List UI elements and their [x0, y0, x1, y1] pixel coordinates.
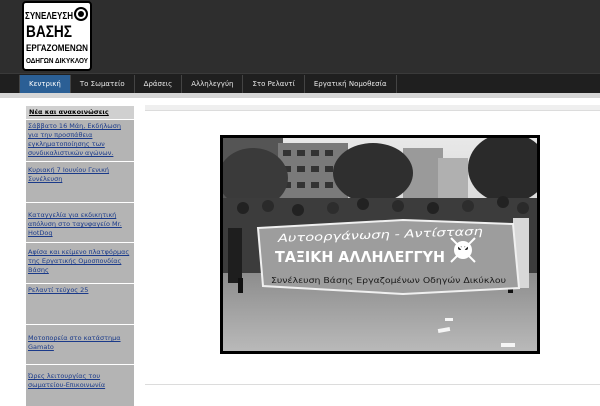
banner-line-2: ΤΑΞΙΚΗ ΑΛΛΗΛΕΓΓΥΗ — [275, 248, 445, 266]
nav-item-actions[interactable]: Δράσεις — [135, 75, 183, 93]
news-item: Ρελαντί τεύχος 25 — [26, 283, 134, 324]
news-item: Καταγγελία για εκδικητική απόλυση στο τα… — [26, 202, 134, 242]
news-link[interactable]: Κυριακή 7 Ιουνίου Γενική Συνέλευση — [28, 166, 132, 184]
sidebar-title: Νέα και ανακοινώσεις — [26, 106, 134, 119]
nav-item-labor-law[interactable]: Εργατική Νομοθεσία — [305, 75, 397, 93]
nav-subbar — [0, 93, 600, 98]
nav-item-home[interactable]: Κεντρική — [19, 75, 71, 93]
news-link[interactable]: Ώρες λειτουργίας του σωματείου-Επικοινων… — [28, 372, 132, 390]
news-link[interactable]: Καταγγελία για εκδικητική απόλυση στο τα… — [28, 211, 132, 238]
logo-line-2: ΒΑΣΗΣ — [26, 22, 72, 41]
news-item: Σάββατο 16 Μάη, Εκδήλωση για την προσπάθ… — [26, 119, 134, 161]
news-link[interactable]: Μοτοπορεία στο κατάστημα Gamato — [28, 334, 132, 352]
site-logo[interactable]: ΣΥΝΕΛΕΥΣΗ ΒΑΣΗΣ ΕΡΓΑΖΟΜΕΝΩΝ ΟΔΗΓΩΝ ΔΙΚΥΚ… — [22, 1, 92, 71]
nav-item-relanti[interactable]: Στο Ρελαντί — [243, 75, 305, 93]
logo-line-3: ΕΡΓΑΖΟΜΕΝΩΝ — [26, 43, 88, 53]
news-item: Αφίσα και κείμενο πλατφόρμας της Εργατικ… — [26, 242, 134, 283]
logo-emblem — [74, 7, 88, 21]
protest-photo: Αυτοοργάνωση - Αντίσταση ΤΑΞΙΚΗ ΑΛΛΗΛΕΓΓ… — [223, 138, 537, 351]
banner-skull-icon — [450, 237, 476, 263]
nav-item-solidarity[interactable]: Αλληλεγγύη — [182, 75, 244, 93]
news-item: Μοτοπορεία στο κατάστημα Gamato — [26, 324, 134, 364]
logo-graphic: ΣΥΝΕΛΕΥΣΗ ΒΑΣΗΣ ΕΡΓΑΖΟΜΕΝΩΝ ΟΔΗΓΩΝ ΔΙΚΥΚ… — [25, 7, 88, 65]
news-link[interactable]: Ρελαντί τεύχος 25 — [28, 286, 132, 295]
news-link[interactable]: Σάββατο 16 Μάη, Εκδήλωση για την προσπάθ… — [28, 122, 132, 158]
content-divider — [145, 110, 600, 111]
site-header: ΣΥΝΕΛΕΥΣΗ ΒΑΣΗΣ ΕΡΓΑΖΟΜΕΝΩΝ ΟΔΗΓΩΝ ΔΙΚΥΚ… — [0, 0, 600, 73]
logo-line-1: ΣΥΝΕΛΕΥΣΗ — [25, 10, 73, 22]
logo-line-4: ΟΔΗΓΩΝ ΔΙΚΥΚΛΟΥ — [26, 58, 88, 65]
content-divider — [145, 384, 600, 385]
featured-photo[interactable]: Αυτοοργάνωση - Αντίσταση ΤΑΞΙΚΗ ΑΛΛΗΛΕΓΓ… — [220, 135, 540, 354]
banner-line-3: Συνέλευση Βάσης Εργαζομένων Οδηγών Δικύκ… — [271, 275, 506, 285]
news-item: Κυριακή 7 Ιουνίου Γενική Συνέλευση — [26, 161, 134, 202]
nav-item-union[interactable]: Το Σωματείο — [71, 75, 135, 93]
news-link[interactable]: Αφίσα και κείμενο πλατφόρμας της Εργατικ… — [28, 248, 132, 275]
news-sidebar: Νέα και ανακοινώσεις Σάββατο 16 Μάη, Εκδ… — [26, 106, 134, 406]
main-nav: Κεντρική Το Σωματείο Δράσεις Αλληλεγγύη … — [0, 73, 600, 93]
